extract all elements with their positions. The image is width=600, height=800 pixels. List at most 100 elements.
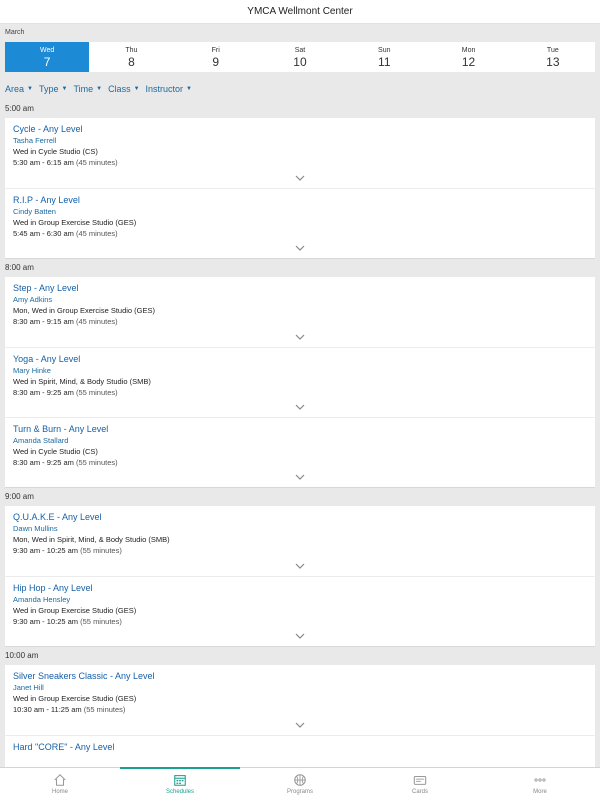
- class-time-row: 8:30 am - 9:25 am (55 minutes): [13, 387, 587, 399]
- day-sat[interactable]: Sat 10: [258, 42, 342, 72]
- instructor-name[interactable]: Janet Hill: [13, 682, 587, 693]
- class-name[interactable]: Yoga - Any Level: [13, 353, 587, 365]
- class-duration: (55 minutes): [80, 617, 122, 626]
- instructor-name[interactable]: Mary Hinke: [13, 365, 587, 376]
- class-time-row: 5:45 am - 6:30 am (45 minutes): [13, 228, 587, 240]
- day-sun[interactable]: Sun 11: [342, 42, 426, 72]
- class-card[interactable]: R.I.P - Any Level Cindy Batten Wed in Grou…: [5, 188, 595, 258]
- class-location: Wed in Group Exercise Studio (GES): [13, 218, 137, 227]
- filter-label: Area: [5, 84, 25, 94]
- class-group: Q.U.A.K.E - Any Level Dawn Mullins Mon, We…: [5, 506, 595, 647]
- class-card[interactable]: Cycle - Any Level Tasha Ferrell Wed in Cyc…: [5, 118, 595, 188]
- home-icon: [54, 774, 66, 786]
- class-duration: (45 minutes): [75, 158, 118, 167]
- class-location: Wed in Group Exercise Studio (GES): [13, 694, 137, 703]
- chevron-down-icon[interactable]: [294, 244, 306, 252]
- class-card[interactable]: Hard "CORE" - Any Level: [5, 735, 595, 767]
- filter-area[interactable]: Area ▼: [5, 84, 33, 94]
- time-slot-header: 9:00 am: [5, 492, 34, 501]
- chevron-down-icon[interactable]: [294, 473, 306, 481]
- day-name: Sun: [378, 46, 391, 54]
- chevron-down-icon[interactable]: [294, 333, 306, 341]
- class-card[interactable]: Turn & Burn - Any Level Amanda Stallard We…: [5, 417, 595, 487]
- tab-cards[interactable]: Cards: [360, 768, 480, 800]
- tab-label: Home: [51, 789, 68, 795]
- class-name[interactable]: Q.U.A.K.E - Any Level: [13, 511, 587, 523]
- day-thu[interactable]: Thu 8: [89, 42, 173, 72]
- day-name: Fri: [211, 46, 220, 54]
- month-label: March: [5, 29, 25, 36]
- day-name: Thu: [125, 46, 138, 54]
- chevron-down-icon[interactable]: [294, 632, 306, 640]
- class-time: 5:45 am - 6:30 am: [13, 229, 74, 238]
- tab-home[interactable]: Home: [0, 768, 120, 800]
- class-card[interactable]: Silver Sneakers Classic - Any Level Janet…: [5, 665, 595, 735]
- class-name[interactable]: Silver Sneakers Classic - Any Level: [13, 670, 587, 682]
- class-location: Mon, Wed in Group Exercise Studio (GES): [13, 306, 156, 315]
- time-slot-header: 10:00 am: [5, 651, 39, 660]
- class-time: 5:30 am - 6:15 am: [13, 158, 74, 167]
- filter-class[interactable]: Class ▼: [108, 84, 139, 94]
- day-wed[interactable]: Wed 7: [5, 42, 90, 72]
- instructor-name[interactable]: Dawn Mullins: [13, 523, 587, 534]
- class-duration: (55 minutes): [80, 546, 122, 555]
- class-name[interactable]: Cycle - Any Level: [13, 123, 587, 135]
- day-name: Tue: [546, 46, 559, 54]
- instructor-name[interactable]: Amanda Stallard: [13, 435, 587, 446]
- tab-schedules[interactable]: Schedules: [120, 767, 240, 800]
- class-time-row: 9:30 am - 10:25 am (55 minutes): [13, 545, 587, 557]
- chevron-down-icon[interactable]: [294, 174, 306, 182]
- day-number: 9: [212, 54, 220, 69]
- chevron-down-icon[interactable]: [294, 562, 306, 570]
- filter-label: Time: [73, 84, 94, 94]
- day-fri[interactable]: Fri 9: [174, 42, 258, 72]
- class-name[interactable]: Turn & Burn - Any Level: [13, 423, 587, 435]
- class-duration: (55 minutes): [75, 388, 118, 397]
- caret-down-icon: ▼: [133, 86, 140, 92]
- tab-label: Programs: [286, 789, 313, 795]
- class-time: 9:30 am - 10:25 am: [13, 546, 79, 555]
- class-card[interactable]: Yoga - Any Level Mary Hinke Wed in Spirit,…: [5, 347, 595, 417]
- instructor-name[interactable]: Amy Adkins: [13, 294, 587, 305]
- caret-down-icon: ▼: [61, 86, 68, 92]
- class-location: Wed in Group Exercise Studio (GES): [13, 606, 137, 615]
- class-time-row: 5:30 am - 6:15 am (45 minutes): [13, 157, 587, 169]
- class-name[interactable]: R.I.P - Any Level: [13, 194, 587, 206]
- class-duration: (55 minutes): [83, 705, 126, 714]
- class-time-row: 8:30 am - 9:15 am (45 minutes): [13, 316, 587, 328]
- class-name[interactable]: Hip Hop - Any Level: [13, 582, 587, 594]
- filter-time[interactable]: Time ▼: [73, 84, 102, 94]
- class-card[interactable]: Hip Hop - Any Level Amanda Hensley Wed in …: [5, 576, 595, 646]
- tab-bar: Home Schedules Programs Cards More: [0, 767, 600, 800]
- caret-down-icon: ▼: [27, 86, 33, 92]
- class-group: Cycle - Any Level Tasha Ferrell Wed in Cyc…: [5, 118, 595, 259]
- day-name: Sat: [294, 46, 306, 54]
- class-duration: (55 minutes): [75, 458, 118, 467]
- class-name[interactable]: Hard "CORE" - Any Level: [13, 741, 587, 753]
- tab-programs[interactable]: Programs: [240, 768, 360, 800]
- class-card[interactable]: Q.U.A.K.E - Any Level Dawn Mullins Mon, We…: [5, 506, 595, 576]
- chevron-down-icon[interactable]: [294, 721, 306, 729]
- filter-label: Instructor: [145, 84, 184, 94]
- day-tue[interactable]: Tue 13: [511, 42, 595, 72]
- instructor-name[interactable]: Amanda Hensley: [13, 594, 587, 605]
- class-group: Silver Sneakers Classic - Any Level Janet…: [5, 665, 595, 767]
- class-name[interactable]: Step - Any Level: [13, 282, 587, 294]
- class-location: Wed in Spirit, Mind, & Body Studio (SMB): [13, 377, 151, 386]
- day-number: 7: [43, 54, 51, 69]
- class-card[interactable]: Step - Any Level Amy Adkins Mon, Wed in Gr…: [5, 277, 595, 347]
- filter-type[interactable]: Type ▼: [39, 84, 67, 94]
- app-title: YMCA Wellmont Center: [0, 0, 600, 24]
- chevron-down-icon[interactable]: [294, 403, 306, 411]
- class-time-row: 8:30 am - 9:25 am (55 minutes): [13, 457, 587, 469]
- tab-more[interactable]: More: [480, 768, 600, 800]
- day-mon[interactable]: Mon 12: [426, 42, 510, 72]
- class-location: Wed in Cycle Studio (CS): [13, 147, 98, 156]
- basketball-icon: [294, 774, 306, 786]
- instructor-name[interactable]: Cindy Batten: [13, 206, 587, 217]
- filter-instructor[interactable]: Instructor ▼: [146, 84, 192, 94]
- schedule-list[interactable]: 5:00 am Cycle - Any Level Tasha Ferrell Wed…: [0, 100, 600, 767]
- day-name: Mon: [461, 46, 476, 54]
- instructor-name[interactable]: Tasha Ferrell: [13, 135, 587, 146]
- day-number: 12: [461, 54, 476, 69]
